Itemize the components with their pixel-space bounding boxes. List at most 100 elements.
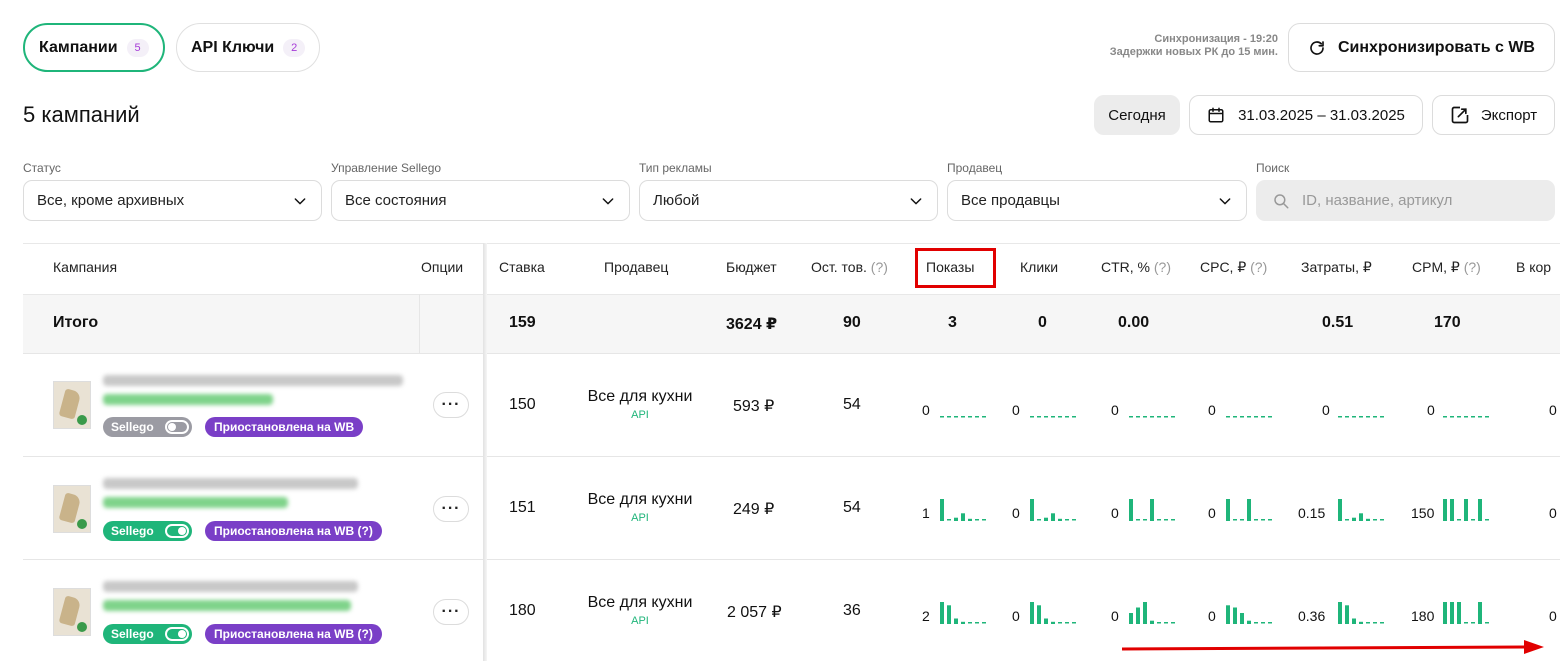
campaign-name-redacted[interactable] <box>103 600 351 611</box>
sellego-toggle[interactable]: Sellego <box>103 624 192 644</box>
col-clicks[interactable]: Клики <box>1020 259 1058 275</box>
campaign-name-redacted[interactable] <box>103 394 273 405</box>
help-icon[interactable]: (?) <box>1250 259 1267 275</box>
sparkline-cpm <box>1443 416 1489 418</box>
sync-info: Синхронизация - 19:20 Задержки новых РК … <box>1110 33 1278 59</box>
more-options-button[interactable]: ··· <box>433 392 469 418</box>
sellego-toggle[interactable]: Sellego <box>103 417 192 437</box>
col-seller[interactable]: Продавец <box>604 259 668 275</box>
metric-ctr-value: 0 <box>1111 608 1119 624</box>
search-box <box>1256 180 1555 221</box>
management-filter-value: Все состояния <box>345 192 447 209</box>
budget-value: 593 ₽ <box>733 398 775 415</box>
export-label: Экспорт <box>1480 106 1538 124</box>
management-filter-label: Управление Sellego <box>331 161 442 175</box>
sparkline-dash <box>1380 519 1384 521</box>
col-ctr[interactable]: CTR, % (?) <box>1101 259 1171 275</box>
help-icon[interactable]: (?) <box>1154 259 1171 275</box>
sparkline-dash <box>1261 416 1265 418</box>
sparkline-dash <box>1373 416 1377 418</box>
col-cart[interactable]: В кор <box>1516 259 1551 275</box>
status-filter-value: Все, кроме архивных <box>37 192 185 209</box>
col-bid[interactable]: Ставка <box>499 259 545 275</box>
row-divider <box>23 456 1560 457</box>
sparkline-bar <box>1143 602 1147 624</box>
sparkline-clicks <box>1030 499 1076 521</box>
search-input[interactable] <box>1302 192 1522 209</box>
metric-cpm-value: 150 <box>1411 505 1435 521</box>
sparkline-dash <box>1478 416 1482 418</box>
sparkline-bar <box>1450 602 1454 624</box>
product-thumbnail[interactable] <box>53 588 91 636</box>
metric-clicks-value: 0 <box>1012 608 1020 624</box>
seller-cell: Все для кухни API <box>573 491 707 524</box>
totals-clicks: 0 <box>1038 314 1047 331</box>
more-options-button[interactable]: ··· <box>433 496 469 522</box>
sync-wb-button[interactable]: Синхронизировать с WB <box>1288 23 1555 72</box>
help-icon[interactable]: (?) <box>871 259 888 275</box>
status-badge: Приостановлена на WB (?) <box>205 521 382 541</box>
sparkline-dash <box>1171 622 1175 624</box>
row-divider <box>23 353 1560 354</box>
campaign-name-redacted[interactable] <box>103 497 288 508</box>
sparkline-dash <box>1261 622 1265 624</box>
sparkline-impressions <box>940 499 986 521</box>
tab-campaigns[interactable]: Кампании 5 <box>23 23 165 72</box>
sparkline-dash <box>1143 416 1147 418</box>
seller-filter-label: Продавец <box>947 161 1003 175</box>
sparkline-bar <box>961 513 965 521</box>
search-icon <box>1274 193 1289 208</box>
sparkline-dash <box>1030 416 1034 418</box>
export-button[interactable]: Экспорт <box>1432 95 1555 135</box>
seller-cell: Все для кухни API <box>573 594 707 627</box>
sparkline-bar <box>1037 605 1041 624</box>
today-button[interactable]: Сегодня <box>1094 95 1180 135</box>
totals-spend: 0.51 <box>1322 314 1354 331</box>
sparkline-dash <box>1254 622 1258 624</box>
metric-ctr-value: 0 <box>1111 402 1119 418</box>
more-options-button[interactable]: ··· <box>433 599 469 625</box>
sparkline-dash <box>982 416 986 418</box>
sparkline-dash <box>1233 519 1237 521</box>
sparkline-dash <box>1226 416 1230 418</box>
ad-type-filter-select[interactable]: Любой <box>639 180 938 221</box>
metric-cpc-value: 0 <box>1208 505 1216 521</box>
sparkline-ctr <box>1129 499 1175 521</box>
sellego-toggle-label: Sellego <box>111 420 154 434</box>
sparkline-bar <box>1058 518 1062 521</box>
date-range-picker[interactable]: 31.03.2025 – 31.03.2025 <box>1189 95 1423 135</box>
seller-filter-select[interactable]: Все продавцы <box>947 180 1247 221</box>
status-filter-select[interactable]: Все, кроме архивных <box>23 180 322 221</box>
totals-ctr: 0.00 <box>1118 314 1150 331</box>
sparkline-bar <box>1464 499 1468 521</box>
sparkline-dash <box>1247 416 1251 418</box>
ad-type-filter-label: Тип рекламы <box>639 161 712 175</box>
sparkline-bar <box>1366 518 1370 521</box>
col-cpc[interactable]: CPC, ₽ (?) <box>1200 259 1267 276</box>
sellego-toggle[interactable]: Sellego <box>103 521 192 541</box>
metric-spend-value: 0.15 <box>1298 505 1326 521</box>
col-budget[interactable]: Бюджет <box>726 259 777 275</box>
management-filter-select[interactable]: Все состояния <box>331 180 630 221</box>
stock-value: 54 <box>843 396 861 413</box>
col-campaign[interactable]: Кампания <box>53 259 117 275</box>
sparkline-bar <box>1150 499 1154 521</box>
bid-value: 151 <box>509 499 536 516</box>
col-stock[interactable]: Ост. тов. (?) <box>811 259 888 275</box>
col-spend[interactable]: Затраты, ₽ <box>1301 259 1372 276</box>
sparkline-cpc <box>1226 416 1272 418</box>
product-thumbnail[interactable] <box>53 381 91 429</box>
sparkline-dash <box>1268 416 1272 418</box>
sparkline-dash <box>947 519 951 521</box>
help-icon[interactable]: (?) <box>1464 259 1481 275</box>
sparkline-dash <box>1457 416 1461 418</box>
col-cpm[interactable]: CPM, ₽ (?) <box>1412 259 1481 276</box>
totals-label: Итого <box>53 314 99 331</box>
sparkline-ctr <box>1129 416 1175 418</box>
product-thumbnail[interactable] <box>53 485 91 533</box>
metric-cpm-value: 0 <box>1427 402 1435 418</box>
sparkline-bar <box>1443 602 1447 624</box>
sparkline-bar <box>1338 499 1342 521</box>
sparkline-spend <box>1338 499 1384 521</box>
tab-api-keys[interactable]: API Ключи 2 <box>176 23 321 72</box>
